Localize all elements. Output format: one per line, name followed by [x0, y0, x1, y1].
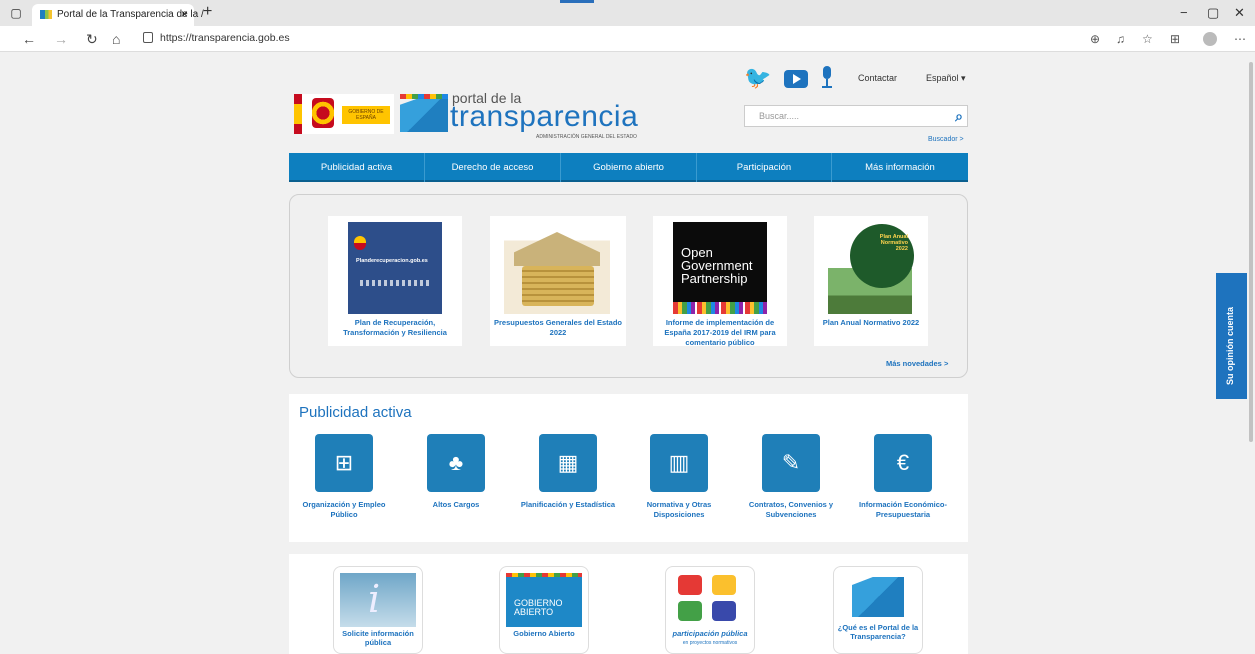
- address-bar: ← → ↻ ⌂ https://transparencia.gob.es ⊕ ♫…: [0, 26, 1255, 52]
- ogp-image-text: Open Government Partnership: [681, 245, 753, 286]
- forward-icon[interactable]: →: [54, 31, 68, 47]
- pub-item-label[interactable]: Contratos, Convenios y Subvenciones: [736, 500, 846, 520]
- web-page: 🐦 Contactar Español ▾ GOBIERNO DE ESPAÑA…: [0, 52, 1247, 654]
- gobierno-de-espana-logo[interactable]: GOBIERNO DE ESPAÑA: [294, 94, 394, 134]
- contact-link[interactable]: Contactar: [858, 73, 897, 83]
- menu-participacion[interactable]: Participación: [697, 153, 832, 182]
- novedad-caption[interactable]: Plan de Recuperación, Transformación y R…: [328, 318, 462, 338]
- gobierno-abierto-logo: GOBIERNO ABIERTO: [506, 573, 582, 627]
- menu-gobierno-abierto[interactable]: Gobierno abierto: [561, 153, 697, 182]
- feedback-label: Su opinión cuenta: [1225, 307, 1235, 385]
- collections-icon[interactable]: ⊞: [1170, 32, 1180, 46]
- document-edit-icon[interactable]: ✎: [762, 434, 820, 492]
- logo-subtitle: ADMINISTRACIÓN GENERAL DEL ESTADO: [536, 134, 637, 140]
- novedad-caption[interactable]: Plan Anual Normativo 2022: [814, 318, 928, 328]
- url-field[interactable]: https://transparencia.gob.es: [160, 32, 290, 44]
- profile-avatar[interactable]: [1203, 32, 1217, 46]
- tab-close-icon[interactable]: ×: [181, 7, 188, 21]
- page-scrollbar[interactable]: [1247, 52, 1255, 654]
- destacados-section: i Solicite información pública GOBIERNO …: [289, 554, 968, 654]
- refresh-icon[interactable]: ↻: [86, 31, 98, 48]
- gobierno-label: GOBIERNO DE ESPAÑA: [342, 106, 390, 124]
- card-caption[interactable]: Gobierno Abierto: [500, 629, 588, 638]
- language-selector[interactable]: Español ▾: [926, 73, 966, 84]
- more-menu-icon[interactable]: ⋯: [1234, 32, 1246, 46]
- language-label: Español: [926, 73, 959, 83]
- calendar-icon[interactable]: ▦: [539, 434, 597, 492]
- section-title: Publicidad activa: [299, 404, 412, 421]
- new-tab-button[interactable]: +: [203, 3, 212, 21]
- minimize-button[interactable]: −: [1180, 5, 1188, 20]
- maximize-button[interactable]: ▢: [1207, 5, 1219, 21]
- pub-item-label[interactable]: Planificación y Estadística: [513, 500, 623, 510]
- hierarchy-icon[interactable]: ♣: [427, 434, 485, 492]
- tab-actions-icon[interactable]: ▢: [8, 6, 24, 20]
- back-icon[interactable]: ←: [22, 31, 36, 47]
- pub-item-label[interactable]: Organización y Empleo Público: [289, 500, 399, 520]
- gobierno-abierto-card[interactable]: GOBIERNO ABIERTO Gobierno Abierto: [499, 566, 589, 654]
- novedad-card[interactable]: Open Government Partnership Informe de i…: [653, 216, 787, 348]
- card-subcaption: en proyectos normativos: [682, 640, 738, 646]
- feedback-button[interactable]: Su opinión cuenta: [1216, 273, 1247, 399]
- novedad-card[interactable]: Planderecuperacion.gob.es Plan de Recupe…: [328, 216, 462, 346]
- browser-tab-bar: ▢ Portal de la Transparencia de la / × +…: [0, 0, 1255, 26]
- hands-icon: [672, 573, 748, 627]
- favorites-icon[interactable]: ☆: [1142, 32, 1153, 46]
- coat-of-arms-icon: [312, 98, 334, 128]
- podcast-icon[interactable]: [822, 66, 832, 88]
- read-aloud-icon[interactable]: ♫: [1116, 32, 1125, 46]
- plan-anual-image: Plan Anual Normativo 2022: [828, 222, 914, 314]
- menu-publicidad-activa[interactable]: Publicidad activa: [289, 153, 425, 182]
- scrollbar-thumb[interactable]: [1249, 62, 1253, 442]
- plan-recuperacion-logo-icon: [354, 236, 366, 250]
- home-icon[interactable]: ⌂: [112, 31, 120, 47]
- ogp-image: Open Government Partnership: [673, 222, 767, 314]
- information-icon: i: [340, 573, 416, 627]
- twitter-icon[interactable]: 🐦: [744, 67, 771, 89]
- money-icon[interactable]: €: [874, 434, 932, 492]
- solicite-informacion-card[interactable]: i Solicite información pública: [333, 566, 423, 654]
- menu-mas-informacion[interactable]: Más información: [832, 153, 968, 182]
- menu-derecho-acceso[interactable]: Derecho de acceso: [425, 153, 561, 182]
- lock-icon[interactable]: [143, 32, 153, 43]
- buscador-link[interactable]: Buscador >: [928, 136, 964, 143]
- novedad-caption[interactable]: Presupuestos Generales del Estado 2022: [490, 318, 626, 338]
- plan-image-text: Planderecuperacion.gob.es: [356, 258, 428, 264]
- participacion-publica-card[interactable]: participación pública en proyectos norma…: [665, 566, 755, 654]
- search-icon[interactable]: ⌕: [955, 108, 963, 125]
- youtube-icon[interactable]: [784, 70, 808, 88]
- close-window-button[interactable]: ✕: [1234, 5, 1245, 21]
- card-caption[interactable]: ¿Qué es el Portal de la Transparencia?: [834, 623, 922, 641]
- org-chart-icon[interactable]: ⊞: [315, 434, 373, 492]
- favicon-icon: [40, 10, 52, 19]
- novedad-card[interactable]: Presupuestos Generales del Estado 2022: [490, 216, 626, 346]
- portal-logo-icon[interactable]: [400, 94, 448, 134]
- zoom-icon[interactable]: ⊕: [1090, 32, 1100, 46]
- novedad-caption[interactable]: Informe de implementación de España 2017…: [653, 318, 787, 348]
- pub-item-label[interactable]: Altos Cargos: [401, 500, 511, 510]
- publicidad-activa-section: Publicidad activa ⊞ Organización y Emple…: [289, 394, 968, 542]
- card-caption[interactable]: Solicite información pública: [334, 629, 422, 647]
- pub-item-label[interactable]: Información Económico-Presupuestaria: [848, 500, 958, 520]
- que-es-portal-card[interactable]: ¿Qué es el Portal de la Transparencia?: [833, 566, 923, 654]
- plan-recuperacion-image: Planderecuperacion.gob.es: [348, 222, 442, 314]
- search-box[interactable]: Buscar..... ⌕: [744, 105, 968, 127]
- novedad-card[interactable]: Plan Anual Normativo 2022 Plan Anual Nor…: [814, 216, 928, 346]
- pub-item-label[interactable]: Normativa y Otras Disposiciones: [624, 500, 734, 520]
- gobierno-abierto-image-text: GOBIERNO ABIERTO: [514, 598, 563, 617]
- mas-novedades-link[interactable]: Más novedades >: [886, 359, 948, 368]
- novedades-carousel: Planderecuperacion.gob.es Plan de Recupe…: [289, 194, 968, 378]
- plan-anual-image-text: Plan Anual Normativo 2022: [879, 234, 908, 252]
- search-input[interactable]: Buscar.....: [759, 111, 799, 121]
- loading-indicator: [560, 0, 594, 3]
- presupuestos-image: [504, 222, 610, 314]
- portal-logo-icon: [840, 573, 916, 627]
- card-caption[interactable]: participación pública: [666, 629, 754, 638]
- books-icon[interactable]: ▥: [650, 434, 708, 492]
- logo-line2[interactable]: transparencia: [450, 100, 638, 134]
- browser-tab[interactable]: Portal de la Transparencia de la / ×: [32, 4, 204, 26]
- main-menu: Publicidad activa Derecho de acceso Gobi…: [289, 153, 968, 182]
